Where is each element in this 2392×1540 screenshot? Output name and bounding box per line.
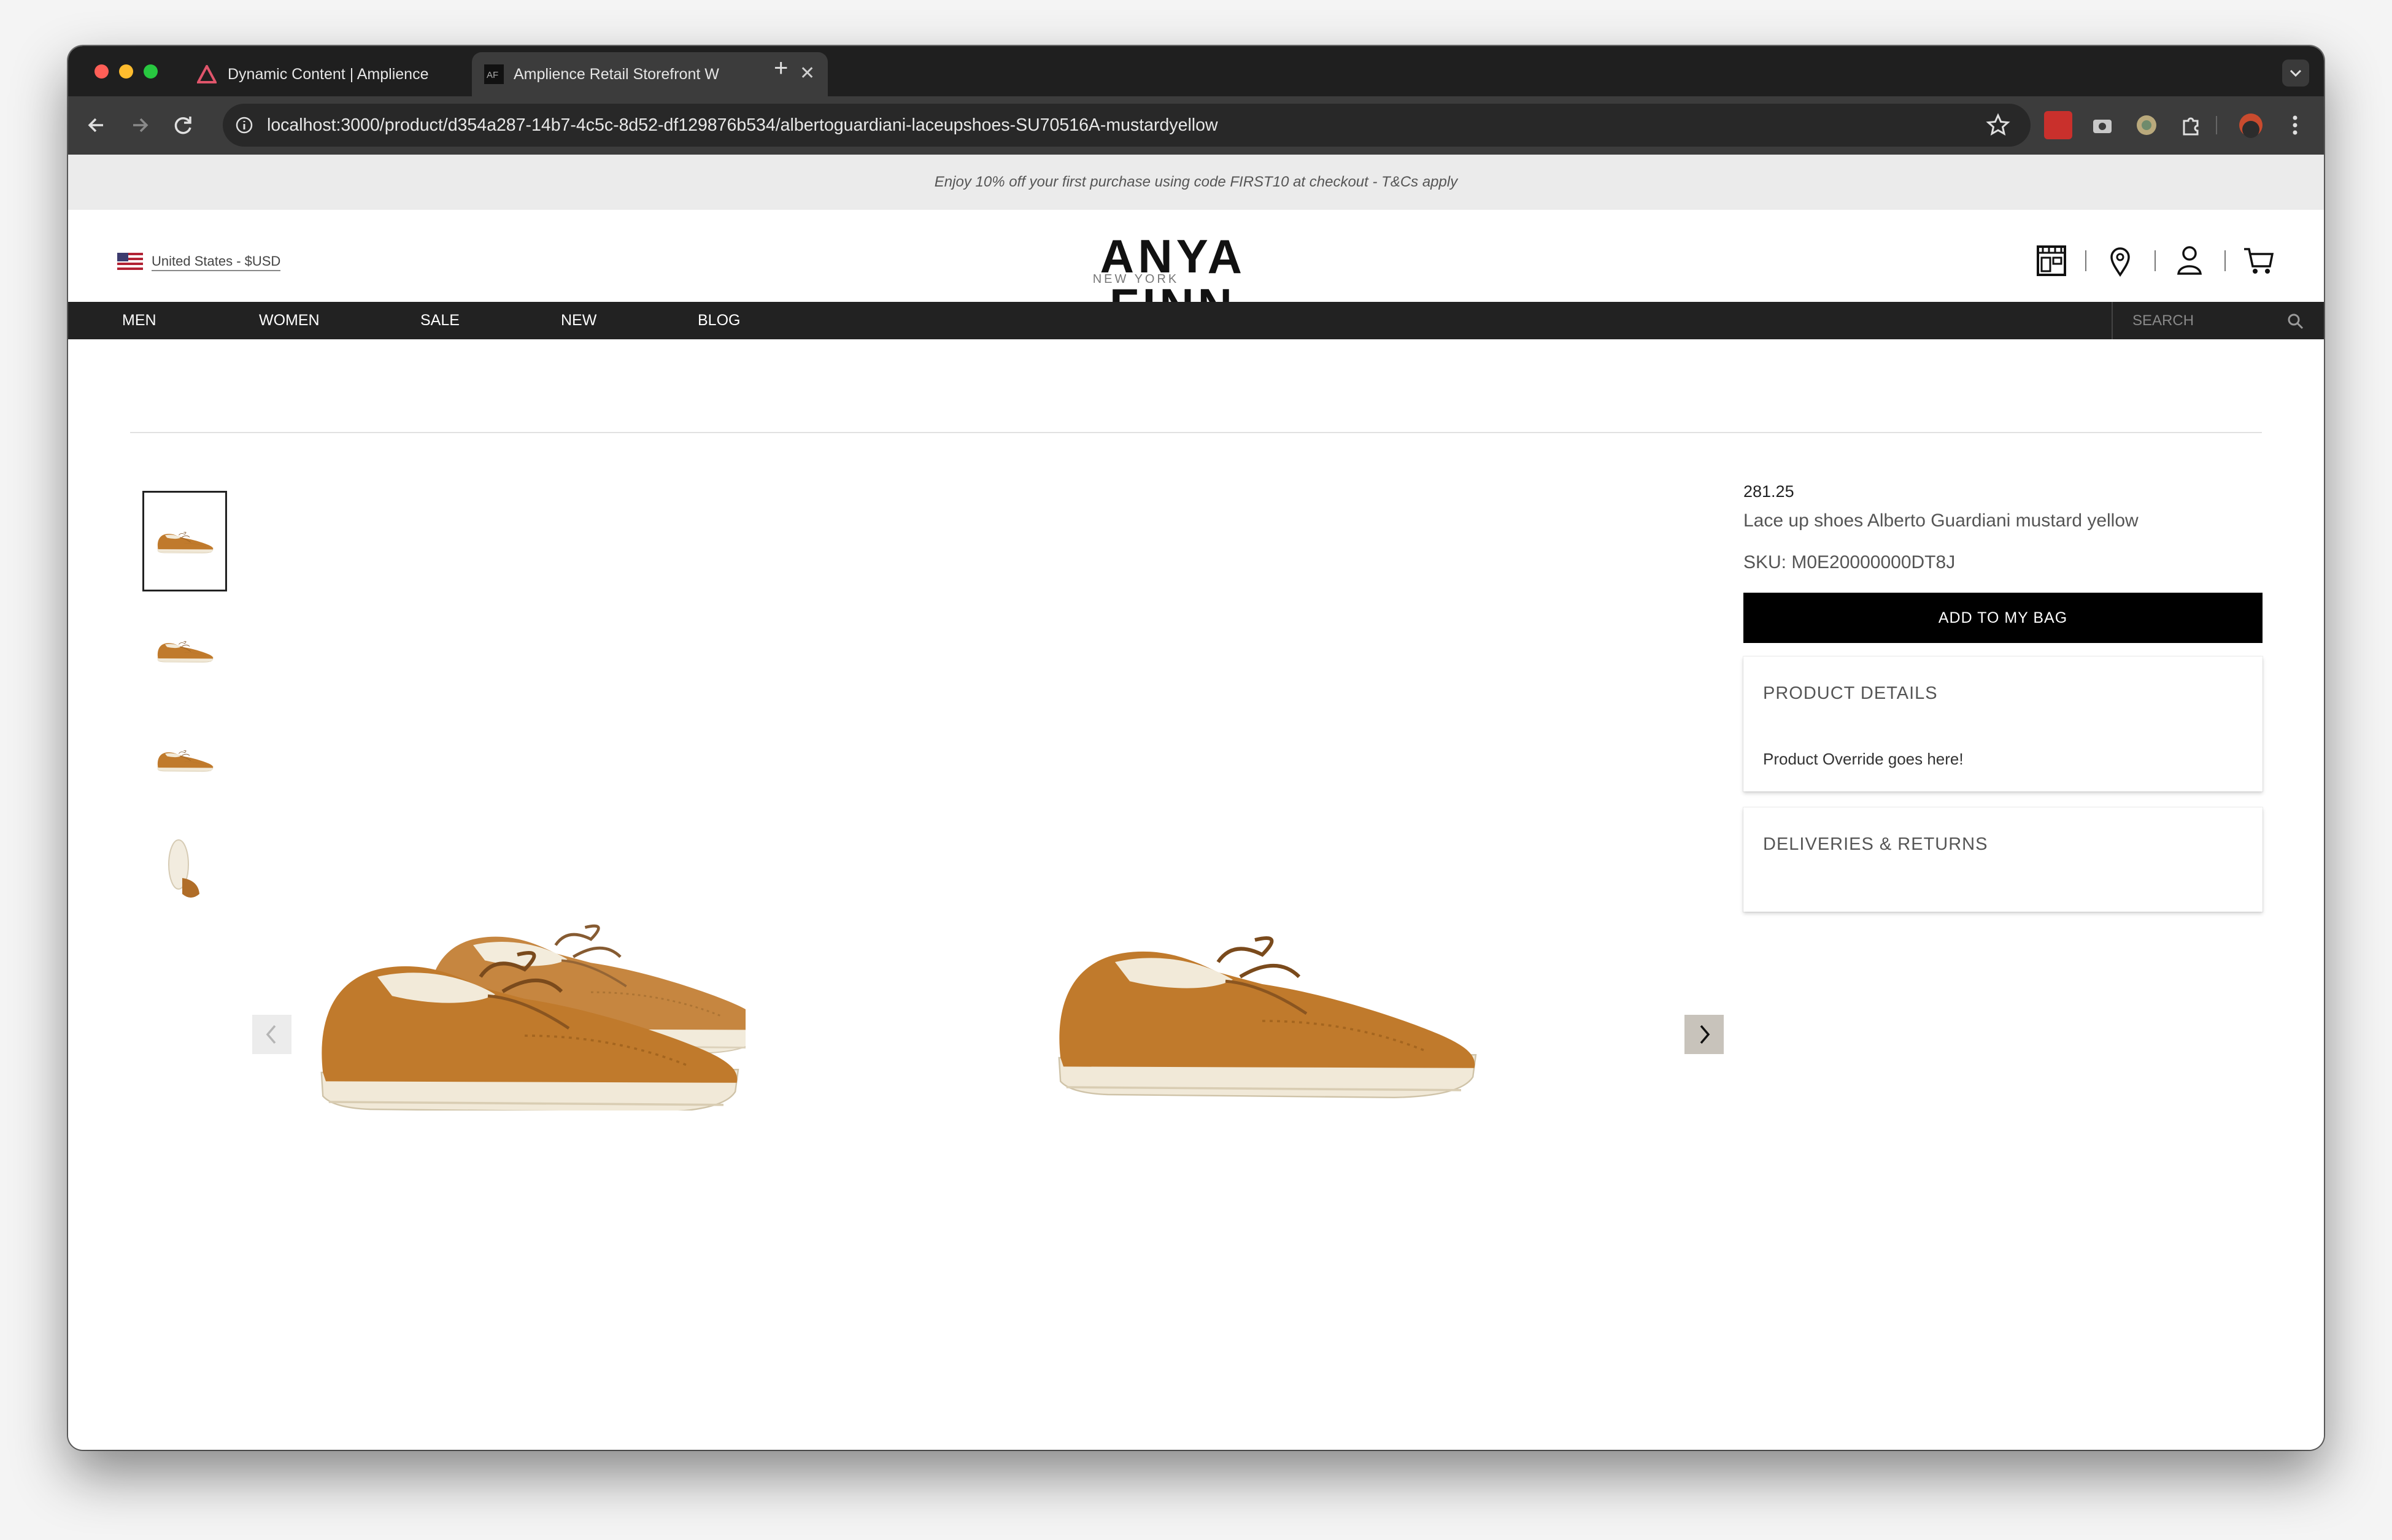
search-icon[interactable] [2287, 313, 2304, 330]
close-tab-icon[interactable]: ✕ [800, 64, 815, 83]
close-window-button[interactable] [95, 64, 109, 79]
camera-icon[interactable] [2088, 111, 2116, 139]
nav-link-blog[interactable]: BLOG [698, 302, 740, 339]
search-input[interactable]: SEARCH [2112, 302, 2324, 339]
address-bar[interactable]: localhost:3000/product/d354a287-14b7-4c5… [223, 104, 2031, 147]
browser-window: Dynamic Content | Amplience ✕ AF Amplien… [68, 46, 2324, 1450]
shoe-thumbnail-image [155, 637, 214, 664]
url-text[interactable]: localhost:3000/product/d354a287-14b7-4c5… [267, 104, 1218, 147]
gallery-next-button[interactable] [1684, 1015, 1724, 1054]
site-header: United States - $USD ANYA FINN NEW YORK [68, 210, 2324, 330]
reload-icon[interactable] [169, 111, 198, 139]
chevron-down-icon [2290, 69, 2302, 77]
tab-title: Dynamic Content | Amplience [228, 65, 429, 83]
nav-link-sale[interactable]: SALE [420, 302, 460, 339]
logo-subtitle: NEW YORK [1074, 272, 1197, 287]
shoe-thumbnail-image [168, 839, 199, 898]
chevron-left-icon [266, 1025, 276, 1044]
extension-red-icon[interactable] [2044, 111, 2072, 139]
thumbnail-1[interactable] [142, 491, 227, 591]
bookmark-star-icon[interactable] [1985, 112, 2011, 138]
search-placeholder: SEARCH [2132, 312, 2194, 329]
header-separator [2155, 250, 2156, 271]
web-page: Enjoy 10% off your first purchase using … [68, 155, 2324, 1450]
new-tab-button[interactable]: + [774, 55, 788, 82]
browser-toolbar: localhost:3000/product/d354a287-14b7-4c5… [68, 96, 2324, 155]
site-logo[interactable]: ANYA FINN NEW YORK [1038, 232, 1308, 330]
product-price: 281.25 [1743, 482, 1794, 501]
thumbnail-3[interactable] [142, 709, 227, 810]
shoe-thumbnail-image [155, 528, 214, 555]
product-details-panel[interactable]: PRODUCT DETAILS Product Override goes he… [1743, 656, 2263, 791]
extension-circle-icon[interactable] [2132, 111, 2161, 139]
store-icon[interactable] [2033, 242, 2070, 279]
thumbnail-4[interactable] [142, 818, 227, 919]
menu-icon[interactable] [2281, 111, 2309, 139]
panel-body: Product Override goes here! [1763, 750, 1964, 768]
thumbnail-2[interactable] [142, 600, 227, 701]
panel-title[interactable]: PRODUCT DETAILS [1763, 683, 1938, 704]
toolbar-separator [2216, 116, 2217, 134]
cart-icon[interactable] [2240, 242, 2277, 279]
nav-link-men[interactable]: MEN [122, 302, 156, 339]
chevron-right-icon [1700, 1025, 1710, 1044]
shoe-thumbnail-image [155, 746, 214, 773]
site-info-icon[interactable] [235, 116, 253, 134]
product-image-1 [304, 902, 746, 1111]
amplience-logo-icon [197, 65, 217, 83]
panel-title[interactable]: DELIVERIES & RETURNS [1763, 834, 1988, 855]
promo-banner: Enjoy 10% off your first purchase using … [68, 155, 2324, 210]
anya-finn-favicon-icon: AF [484, 64, 504, 84]
product-sku: SKU: M0E20000000DT8J [1743, 552, 1956, 572]
product-name: Lace up shoes Alberto Guardiani mustard … [1743, 510, 2139, 531]
profile-avatar[interactable] [2237, 111, 2265, 139]
puzzle-icon[interactable] [2177, 111, 2205, 139]
svg-text:AF: AF [487, 70, 498, 80]
us-flag-icon [117, 253, 143, 271]
tab-search-button[interactable] [2282, 60, 2309, 87]
region-label[interactable]: United States - $USD [152, 253, 281, 271]
tab-strip: Dynamic Content | Amplience ✕ AF Amplien… [68, 46, 2324, 96]
minimize-window-button[interactable] [119, 64, 133, 79]
header-separator [2224, 250, 2226, 271]
gallery-prev-button[interactable] [252, 1015, 291, 1054]
location-pin-icon[interactable] [2102, 242, 2139, 279]
content-divider [130, 432, 2262, 433]
nav-link-women[interactable]: WOMEN [259, 302, 320, 339]
back-icon[interactable] [82, 111, 110, 139]
header-separator [2085, 250, 2086, 271]
deliveries-returns-panel[interactable]: DELIVERIES & RETURNS [1743, 807, 2263, 912]
nav-link-new[interactable]: NEW [561, 302, 596, 339]
region-selector[interactable]: United States - $USD [117, 253, 281, 271]
main-nav: MEN WOMEN SALE NEW BLOG SEARCH [68, 302, 2324, 339]
account-icon[interactable] [2171, 242, 2208, 279]
zoom-window-button[interactable] [144, 64, 158, 79]
product-image-2 [1041, 902, 1483, 1111]
tab-title: Amplience Retail Storefront W [514, 65, 719, 83]
forward-icon[interactable] [126, 111, 154, 139]
add-to-bag-button[interactable]: ADD TO MY BAG [1743, 593, 2263, 643]
